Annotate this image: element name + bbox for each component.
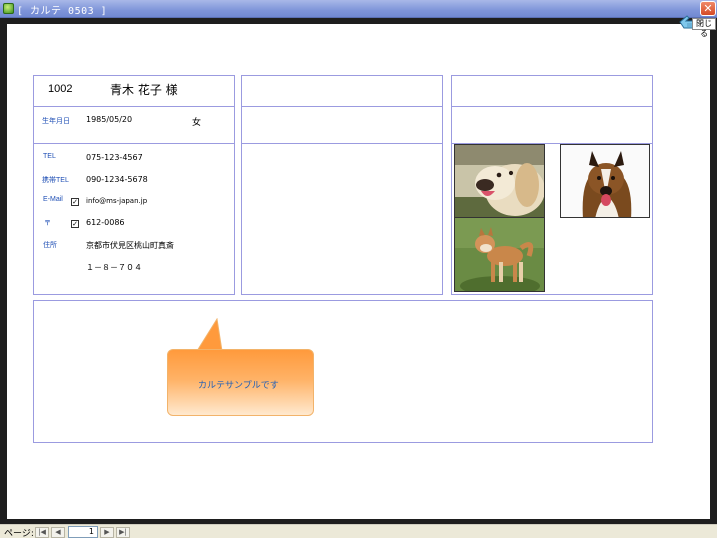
postal-value: 612-0086 [86,218,125,227]
address-line2: １－８－７０４ [86,263,142,272]
page-label: ページ: [4,529,34,538]
divider [33,143,235,144]
patient-name: 青木 花子 様 [110,83,178,97]
mobile-value: 090-1234-5678 [86,175,148,184]
notes-panel [33,300,653,443]
divider [33,106,235,107]
birth-date-label: 生年月日 [42,118,70,125]
pet-photo-retriever[interactable] [454,144,545,218]
tel-value: 075-123-4567 [86,153,143,162]
pet-photo-shiba[interactable] [454,217,545,292]
close-form-label: 閉じる [692,18,716,38]
callout-text: カルテサンプルです [198,381,279,391]
title-bar: [ カルテ 0503 ] ✕ [0,0,717,18]
divider [241,143,443,144]
address-label: 住所 [43,242,57,249]
postal-label: 〒 [44,220,51,227]
last-page-button[interactable]: ▶| [116,527,130,538]
page-number-input[interactable]: 1 [68,526,98,538]
email-value: info@ms-japan.jp [86,197,148,205]
sample-callout: カルテサンプルです [167,349,314,416]
gender-value: 女 [192,118,202,128]
divider [451,106,653,107]
checkbox-icon: ✓ [72,220,78,228]
pet-photo-collie[interactable] [560,144,650,218]
shiba-image [455,218,544,291]
retriever-image [455,145,544,217]
divider [241,106,443,107]
email-label: E-Mail [43,196,63,203]
address-line1: 京都市伏見区桃山町真斎 [86,241,174,250]
close-form-button[interactable]: 閉じる [678,13,716,38]
prev-page-button[interactable]: ◀ [51,527,65,538]
patient-id: 1002 [48,83,73,95]
collie-image [561,145,649,217]
first-page-button[interactable]: |◀ [35,527,49,538]
checkbox-icon: ✓ [72,198,78,206]
app-icon [3,3,14,14]
email-checkbox[interactable]: ✓ [71,198,79,206]
next-page-button[interactable]: ▶ [100,527,114,538]
middle-panel [241,75,443,295]
tel-label: TEL [43,153,56,160]
record-navigation-bar: ページ: |◀ ◀ 1 ▶ ▶| [0,524,717,538]
postal-checkbox[interactable]: ✓ [71,220,79,228]
window-title: [ カルテ 0503 ] [17,6,108,17]
callout-tail-icon [196,318,223,352]
birth-date-value: 1985/05/20 [86,115,133,124]
mobile-label: 携帯TEL [42,177,69,184]
